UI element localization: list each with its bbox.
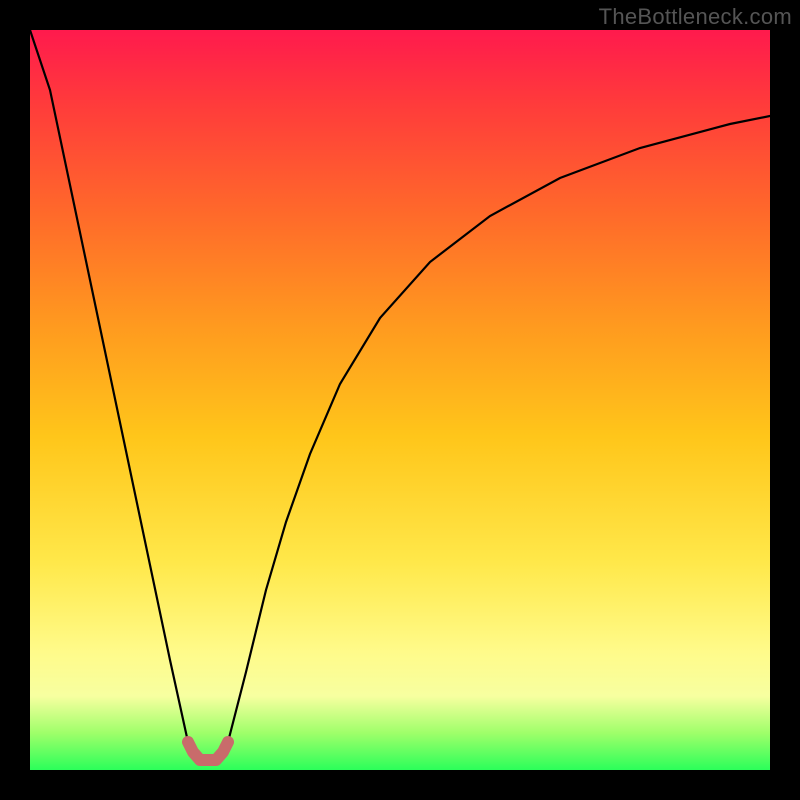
watermark-label: TheBottleneck.com	[599, 4, 792, 30]
right-branch-line	[208, 116, 770, 760]
bottom-marker-line	[188, 742, 228, 760]
plot-area	[30, 30, 770, 770]
chart-frame: TheBottleneck.com	[0, 0, 800, 800]
curve-layer	[30, 30, 770, 770]
left-branch-line	[30, 30, 208, 760]
